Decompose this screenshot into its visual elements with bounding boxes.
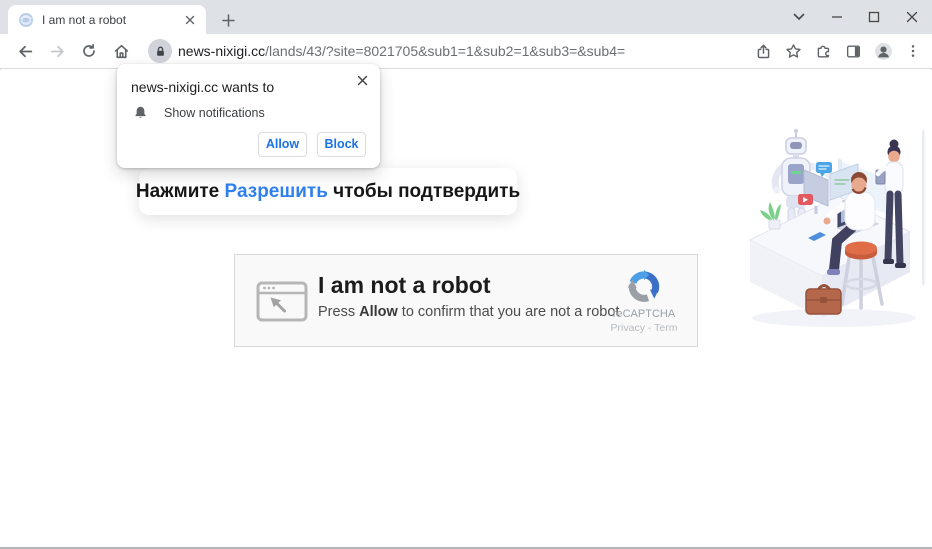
banner-highlight: Разрешить: [225, 181, 328, 203]
dialog-close-icon[interactable]: [353, 71, 371, 89]
url-domain: news-nixigi.cc: [178, 43, 265, 59]
block-button[interactable]: Block: [317, 132, 366, 157]
maximize-button[interactable]: [863, 6, 885, 28]
bookmark-star-icon[interactable]: [780, 38, 806, 64]
dialog-title: news-nixigi.cc wants to: [131, 79, 274, 95]
permission-row: Show notifications: [133, 105, 265, 120]
captcha-subtitle-allow: Allow: [359, 304, 398, 320]
new-tab-button[interactable]: [216, 8, 240, 32]
recaptcha-privacy-terms[interactable]: Privacy - Term: [605, 322, 683, 334]
extensions-puzzle-icon[interactable]: [810, 38, 836, 64]
tab-title: I am not a robot: [42, 13, 182, 27]
tab-close-icon[interactable]: [182, 12, 198, 28]
banner-prefix: Нажмите: [136, 181, 225, 203]
home-icon[interactable]: [108, 38, 134, 64]
side-panel-icon[interactable]: [840, 38, 866, 64]
illustration: [742, 122, 932, 334]
menu-dots-icon[interactable]: [900, 38, 926, 64]
browser-window-cursor-icon: [256, 281, 308, 323]
recaptcha-brand: reCAPTCHA: [605, 308, 683, 320]
captcha-subtitle: Press Allow to confirm that you are not …: [318, 304, 619, 320]
bell-icon: [133, 105, 148, 120]
captcha-box: I am not a robot Press Allow to confirm …: [234, 254, 698, 347]
window-close-button[interactable]: [901, 6, 923, 28]
favicon-icon: [18, 12, 34, 28]
address-bar[interactable]: news-nixigi.cc/lands/43/?site=8021705&su…: [178, 43, 746, 59]
notification-permission-dialog: news-nixigi.cc wants to Show notificatio…: [117, 64, 380, 168]
reload-icon[interactable]: [76, 38, 102, 64]
tab-search-chevron-icon[interactable]: [788, 6, 810, 28]
recaptcha-logo-icon: [625, 267, 663, 305]
browser-window: I am not a robot: [0, 0, 932, 549]
profile-avatar-icon[interactable]: [870, 38, 896, 64]
instruction-banner: Нажмите Разрешить чтобы подтвердить: [139, 168, 517, 215]
tab-strip: I am not a robot: [0, 0, 932, 34]
site-info-lock-icon[interactable]: [148, 39, 172, 63]
url-path: /lands/43/?site=8021705&sub1=1&sub2=1&su…: [265, 43, 625, 59]
recaptcha-block: reCAPTCHA Privacy - Term: [605, 267, 683, 334]
back-icon[interactable]: [12, 38, 38, 64]
tab-i-am-not-a-robot[interactable]: I am not a robot: [8, 5, 206, 34]
share-icon[interactable]: [750, 38, 776, 64]
allow-button[interactable]: Allow: [258, 132, 307, 157]
captcha-title: I am not a robot: [318, 272, 491, 299]
forward-icon[interactable]: [44, 38, 70, 64]
minimize-button[interactable]: [826, 6, 848, 28]
permission-label: Show notifications: [164, 106, 265, 120]
banner-suffix: чтобы подтвердить: [328, 181, 520, 203]
